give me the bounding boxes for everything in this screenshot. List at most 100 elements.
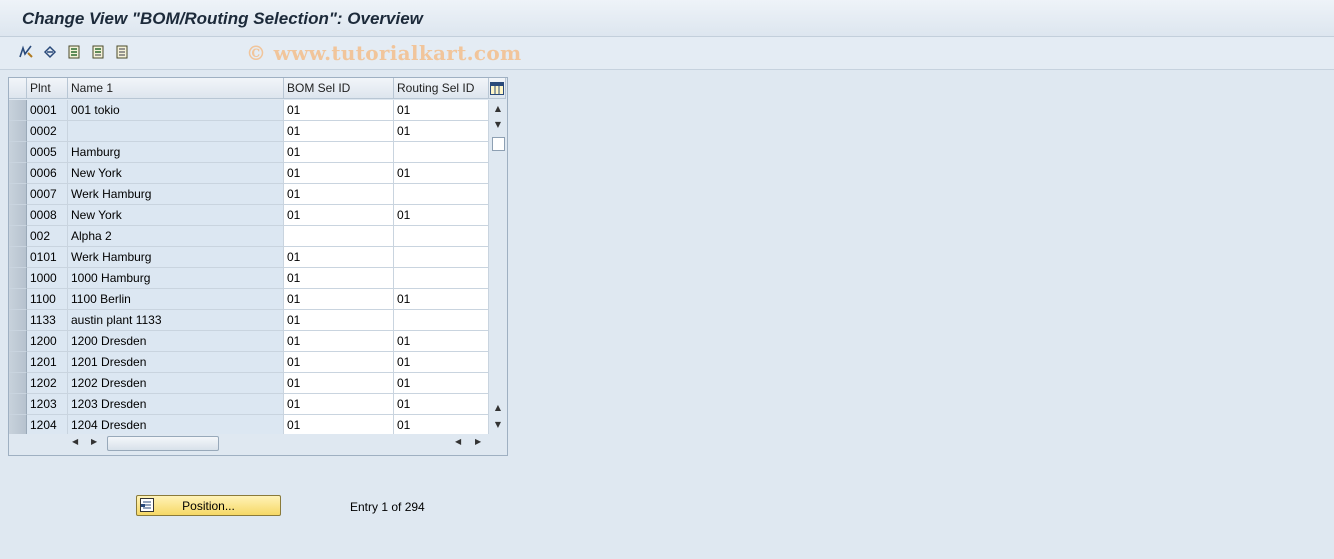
display-change-icon[interactable] xyxy=(17,43,35,61)
undo-icon[interactable] xyxy=(41,43,59,61)
table-row[interactable]: 0002 01 01 xyxy=(9,121,489,142)
cell-plnt: 1203 xyxy=(27,394,68,415)
cell-routing-sel-id[interactable]: 01 xyxy=(394,163,489,184)
scroll-down-icon[interactable]: ▼ xyxy=(490,117,506,131)
scroll-page-up-icon[interactable]: ▲ xyxy=(490,400,506,414)
table-row[interactable]: 0008 New York 01 01 xyxy=(9,205,489,226)
cell-routing-sel-id[interactable] xyxy=(394,226,489,247)
cell-plnt: 0001 xyxy=(27,100,68,121)
cell-bom-sel-id[interactable]: 01 xyxy=(284,373,394,394)
cell-plnt: 0007 xyxy=(27,184,68,205)
cell-bom-sel-id[interactable]: 01 xyxy=(284,100,394,121)
cell-bom-sel-id[interactable]: 01 xyxy=(284,289,394,310)
cell-routing-sel-id[interactable]: 01 xyxy=(394,289,489,310)
cell-plnt: 1202 xyxy=(27,373,68,394)
table-row[interactable]: 0101 Werk Hamburg 01 xyxy=(9,247,489,268)
table-row[interactable]: 1200 1200 Dresden 01 01 xyxy=(9,331,489,352)
cell-routing-sel-id[interactable]: 01 xyxy=(394,415,489,436)
select-block-icon[interactable] xyxy=(89,43,107,61)
row-selector[interactable] xyxy=(9,226,27,247)
scroll-right-2-icon[interactable]: ▶ xyxy=(475,437,481,446)
cell-bom-sel-id[interactable]: 01 xyxy=(284,268,394,289)
table-row[interactable]: 1100 1100 Berlin 01 01 xyxy=(9,289,489,310)
column-header-name[interactable]: Name 1 xyxy=(68,78,284,99)
row-selector[interactable] xyxy=(9,373,27,394)
cell-routing-sel-id[interactable] xyxy=(394,247,489,268)
table-settings-icon[interactable] xyxy=(489,78,506,99)
row-selector[interactable] xyxy=(9,352,27,373)
scroll-up-icon[interactable]: ▲ xyxy=(490,101,506,115)
column-header-plnt[interactable]: Plnt xyxy=(27,78,68,99)
select-all-icon[interactable] xyxy=(65,43,83,61)
scroll-page-down-icon[interactable]: ▼ xyxy=(490,417,506,431)
cell-routing-sel-id[interactable] xyxy=(394,268,489,289)
table-row[interactable]: 1201 1201 Dresden 01 01 xyxy=(9,352,489,373)
table-row[interactable]: 0005 Hamburg 01 xyxy=(9,142,489,163)
scroll-right-icon[interactable]: ▶ xyxy=(91,437,97,446)
vertical-scrollbar[interactable]: ▲ ▼ ▲ ▼ xyxy=(490,100,506,434)
cell-routing-sel-id[interactable] xyxy=(394,310,489,331)
row-selector[interactable] xyxy=(9,100,27,121)
scroll-left-icon[interactable]: ◀ xyxy=(72,437,78,446)
row-selector[interactable] xyxy=(9,205,27,226)
row-selector[interactable] xyxy=(9,331,27,352)
cell-routing-sel-id[interactable]: 01 xyxy=(394,394,489,415)
cell-routing-sel-id[interactable]: 01 xyxy=(394,205,489,226)
horizontal-scroll-thumb[interactable] xyxy=(107,436,219,451)
column-header-bom-sel-id[interactable]: BOM Sel ID xyxy=(284,78,394,99)
row-selector[interactable] xyxy=(9,163,27,184)
cell-bom-sel-id[interactable]: 01 xyxy=(284,415,394,436)
cell-routing-sel-id[interactable] xyxy=(394,142,489,163)
table-row[interactable]: 1000 1000 Hamburg 01 xyxy=(9,268,489,289)
watermark: © www.tutorialkart.com xyxy=(246,41,522,65)
deselect-all-icon[interactable] xyxy=(113,43,131,61)
row-selector[interactable] xyxy=(9,184,27,205)
entry-counter: Entry 1 of 294 xyxy=(350,500,425,514)
position-button[interactable]: Position... xyxy=(136,495,281,516)
row-selector[interactable] xyxy=(9,310,27,331)
cell-bom-sel-id[interactable] xyxy=(284,226,394,247)
row-selector[interactable] xyxy=(9,121,27,142)
row-selector[interactable] xyxy=(9,415,27,436)
cell-bom-sel-id[interactable]: 01 xyxy=(284,247,394,268)
row-selector[interactable] xyxy=(9,142,27,163)
select-all-header[interactable] xyxy=(9,78,27,99)
cell-bom-sel-id[interactable]: 01 xyxy=(284,352,394,373)
cell-routing-sel-id[interactable]: 01 xyxy=(394,352,489,373)
table-row[interactable]: 0006 New York 01 01 xyxy=(9,163,489,184)
cell-routing-sel-id[interactable]: 01 xyxy=(394,331,489,352)
cell-routing-sel-id[interactable]: 01 xyxy=(394,121,489,142)
horizontal-scrollbar[interactable]: ◀ ▶ ◀ ▶ xyxy=(9,434,506,454)
row-selector[interactable] xyxy=(9,289,27,310)
cell-bom-sel-id[interactable]: 01 xyxy=(284,163,394,184)
cell-bom-sel-id[interactable]: 01 xyxy=(284,142,394,163)
cell-name: New York xyxy=(68,205,284,226)
cell-bom-sel-id[interactable]: 01 xyxy=(284,331,394,352)
table-row[interactable]: 0007 Werk Hamburg 01 xyxy=(9,184,489,205)
cell-routing-sel-id[interactable]: 01 xyxy=(394,373,489,394)
row-selector[interactable] xyxy=(9,268,27,289)
cell-plnt: 1133 xyxy=(27,310,68,331)
table-row[interactable]: 002 Alpha 2 xyxy=(9,226,489,247)
cell-bom-sel-id[interactable]: 01 xyxy=(284,121,394,142)
cell-bom-sel-id[interactable]: 01 xyxy=(284,205,394,226)
cell-bom-sel-id[interactable]: 01 xyxy=(284,394,394,415)
column-header-routing-sel-id[interactable]: Routing Sel ID xyxy=(394,78,489,99)
cell-routing-sel-id[interactable] xyxy=(394,184,489,205)
row-selector[interactable] xyxy=(9,394,27,415)
scroll-left-2-icon[interactable]: ◀ xyxy=(455,437,461,446)
table-row[interactable]: 1133 austin plant 1133 01 xyxy=(9,310,489,331)
cell-plnt: 0005 xyxy=(27,142,68,163)
table-row[interactable]: 1204 1204 Dresden 01 01 xyxy=(9,415,489,436)
title-bar: Change View "BOM/Routing Selection": Ove… xyxy=(0,0,1334,37)
cell-name: Werk Hamburg xyxy=(68,184,284,205)
cell-bom-sel-id[interactable]: 01 xyxy=(284,310,394,331)
table-row[interactable]: 0001 001 tokio 01 01 xyxy=(9,100,489,121)
cell-routing-sel-id[interactable]: 01 xyxy=(394,100,489,121)
cell-plnt: 1200 xyxy=(27,331,68,352)
row-selector[interactable] xyxy=(9,247,27,268)
scroll-thumb[interactable] xyxy=(492,137,505,151)
table-row[interactable]: 1202 1202 Dresden 01 01 xyxy=(9,373,489,394)
table-row[interactable]: 1203 1203 Dresden 01 01 xyxy=(9,394,489,415)
cell-bom-sel-id[interactable]: 01 xyxy=(284,184,394,205)
